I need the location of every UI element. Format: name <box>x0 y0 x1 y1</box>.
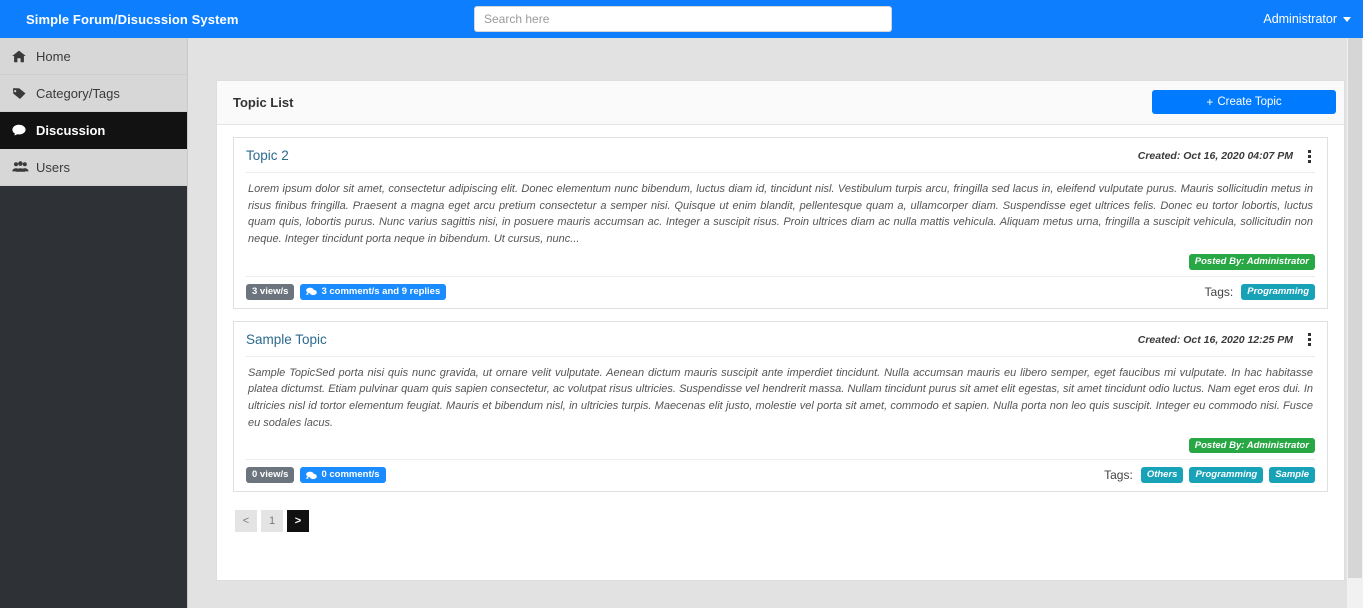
topic-created-date: Created: Oct 16, 2020 04:07 PM <box>1138 150 1293 162</box>
comments-badge-label: 0 comment/s <box>321 469 379 481</box>
topic-title-link[interactable]: Sample Topic <box>246 332 327 347</box>
sidebar-item-category-tags[interactable]: Category/Tags <box>0 75 187 112</box>
topic-list-panel: Topic List + Create Topic Topic 2 Create… <box>216 80 1345 581</box>
comments-icon <box>306 471 317 480</box>
sidebar-item-home[interactable]: Home <box>0 38 187 75</box>
tag-badge[interactable]: Others <box>1141 467 1184 483</box>
sidebar-item-label: Users <box>36 160 70 175</box>
topic-header: Sample Topic Created: Oct 16, 2020 12:25… <box>246 332 1315 357</box>
user-menu-label[interactable]: Administrator <box>1263 12 1337 26</box>
topic-excerpt: Lorem ipsum dolor sit amet, consectetur … <box>246 173 1315 252</box>
scrollbar-thumb[interactable] <box>1348 38 1362 578</box>
posted-by-badge: Posted By: Administrator <box>1189 438 1315 454</box>
topic-card: Sample Topic Created: Oct 16, 2020 12:25… <box>233 321 1328 493</box>
topic-stats: 0 view/s 0 comment/s <box>246 467 386 483</box>
views-badge: 0 view/s <box>246 467 294 483</box>
posted-by-row: Posted By: Administrator <box>246 436 1315 460</box>
app-brand-title: Simple Forum/Disucssion System <box>0 12 188 27</box>
topic-footer: 3 view/s 3 comment/s and 9 replies <box>246 276 1315 300</box>
chevron-down-icon[interactable] <box>1343 17 1351 22</box>
comments-badge[interactable]: 3 comment/s and 9 replies <box>300 284 446 300</box>
create-topic-label: Create Topic <box>1217 96 1281 108</box>
tag-badge[interactable]: Programming <box>1241 284 1315 300</box>
create-topic-button[interactable]: + Create Topic <box>1152 90 1336 114</box>
topic-footer: 0 view/s 0 comment/s Tags: <box>246 459 1315 483</box>
sidebar: Home Category/Tags Discussion Users <box>0 38 188 608</box>
topic-title-link[interactable]: Topic 2 <box>246 148 289 163</box>
more-options-icon[interactable] <box>1303 332 1315 348</box>
pagination-prev-button[interactable]: < <box>235 510 257 532</box>
plus-icon: + <box>1206 96 1213 108</box>
search-container <box>474 6 892 32</box>
search-input[interactable] <box>474 6 892 32</box>
comments-icon <box>306 287 317 296</box>
more-options-icon[interactable] <box>1303 148 1315 164</box>
sidebar-item-discussion[interactable]: Discussion <box>0 112 187 149</box>
pagination-next-button[interactable]: > <box>287 510 309 532</box>
page-title: Topic List <box>233 95 293 110</box>
pagination: < 1 > <box>233 504 1328 536</box>
topic-tags: Tags: Programming <box>1205 284 1315 300</box>
topic-meta: Created: Oct 16, 2020 12:25 PM <box>1138 332 1315 348</box>
panel-header: Topic List + Create Topic <box>217 81 1344 125</box>
comment-icon <box>12 123 31 137</box>
sidebar-item-label: Discussion <box>36 123 105 138</box>
sidebar-item-users[interactable]: Users <box>0 149 187 186</box>
comments-badge-label: 3 comment/s and 9 replies <box>321 286 440 298</box>
tag-badge[interactable]: Sample <box>1269 467 1315 483</box>
posted-by-row: Posted By: Administrator <box>246 252 1315 276</box>
topic-excerpt: Sample TopicSed porta nisi quis nunc gra… <box>246 357 1315 436</box>
pagination-page-1[interactable]: 1 <box>261 510 283 532</box>
topic-stats: 3 view/s 3 comment/s and 9 replies <box>246 284 446 300</box>
topic-created-date: Created: Oct 16, 2020 12:25 PM <box>1138 334 1293 346</box>
views-badge: 3 view/s <box>246 284 294 300</box>
tag-icon <box>12 86 31 100</box>
posted-by-badge: Posted By: Administrator <box>1189 254 1315 270</box>
topic-meta: Created: Oct 16, 2020 04:07 PM <box>1138 148 1315 164</box>
home-icon <box>12 49 31 63</box>
tags-label: Tags: <box>1104 468 1133 482</box>
navbar-right: Administrator <box>1263 0 1351 38</box>
panel-body: Topic 2 Created: Oct 16, 2020 04:07 PM L… <box>217 125 1344 548</box>
top-navbar: Simple Forum/Disucssion System Administr… <box>0 0 1363 38</box>
topic-tags: Tags: Others Programming Sample <box>1104 467 1315 483</box>
topic-header: Topic 2 Created: Oct 16, 2020 04:07 PM <box>246 148 1315 173</box>
sidebar-item-label: Category/Tags <box>36 86 120 101</box>
tags-label: Tags: <box>1205 285 1234 299</box>
topic-card: Topic 2 Created: Oct 16, 2020 04:07 PM L… <box>233 137 1328 309</box>
comments-badge[interactable]: 0 comment/s <box>300 467 385 483</box>
users-icon <box>12 160 31 174</box>
sidebar-item-label: Home <box>36 49 71 64</box>
vertical-scrollbar[interactable] <box>1347 38 1363 608</box>
tag-badge[interactable]: Programming <box>1189 467 1263 483</box>
